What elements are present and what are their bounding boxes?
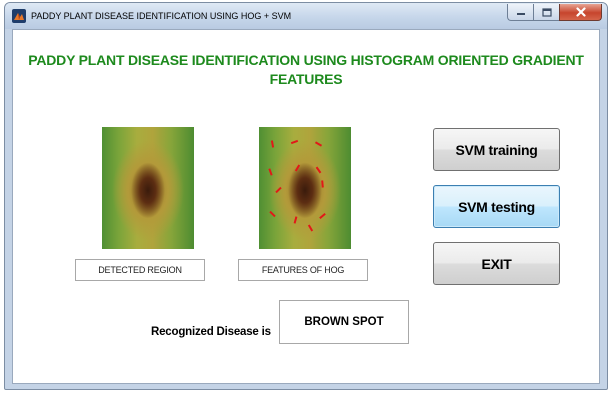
detected-region-caption: DETECTED REGION: [75, 259, 205, 281]
minimize-icon: [516, 13, 525, 15]
hog-gradient-arrow: [293, 216, 298, 224]
hog-gradient-arrow: [307, 224, 314, 232]
hog-gradient-arrow: [270, 140, 275, 148]
page-title-line-1: PADDY PLANT DISEASE IDENTIFICATION USING…: [28, 52, 584, 68]
exit-button[interactable]: EXIT: [433, 242, 560, 285]
page-title-line-2: FEATURES: [269, 71, 343, 87]
hog-features-caption: FEATURES OF HOG: [238, 259, 368, 281]
hog-features-image: [259, 127, 351, 249]
hog-gradient-arrow: [315, 166, 322, 174]
hog-gradient-arrow: [268, 168, 273, 176]
figure-panel: PADDY PLANT DISEASE IDENTIFICATION USING…: [12, 29, 600, 384]
app-window: PADDY PLANT DISEASE IDENTIFICATION USING…: [4, 2, 608, 390]
close-icon: [575, 7, 586, 17]
hog-gradient-arrow: [319, 212, 326, 220]
hog-gradient-arrow: [314, 141, 323, 147]
svm-training-button[interactable]: SVM training: [433, 128, 560, 171]
hog-gradient-arrow: [294, 164, 301, 172]
minimize-button[interactable]: [507, 4, 533, 21]
detected-region-image: [102, 127, 194, 249]
maximize-icon: [541, 7, 552, 17]
title-bar[interactable]: PADDY PLANT DISEASE IDENTIFICATION USING…: [5, 3, 607, 29]
window-title: PADDY PLANT DISEASE IDENTIFICATION USING…: [31, 11, 292, 21]
close-button[interactable]: [559, 4, 602, 21]
hog-gradient-arrow: [290, 139, 299, 145]
window-controls: [507, 4, 602, 22]
hog-gradient-arrow: [321, 180, 324, 188]
maximize-button[interactable]: [533, 4, 559, 21]
page-title: PADDY PLANT DISEASE IDENTIFICATION USING…: [13, 51, 599, 89]
hog-gradient-arrow: [275, 186, 282, 194]
recognized-disease-value: BROWN SPOT: [279, 300, 409, 344]
hog-gradient-arrow: [269, 210, 276, 218]
svm-testing-button[interactable]: SVM testing: [433, 185, 560, 228]
matlab-figure-icon: [12, 9, 26, 23]
recognized-disease-label: Recognized Disease is: [151, 326, 271, 338]
